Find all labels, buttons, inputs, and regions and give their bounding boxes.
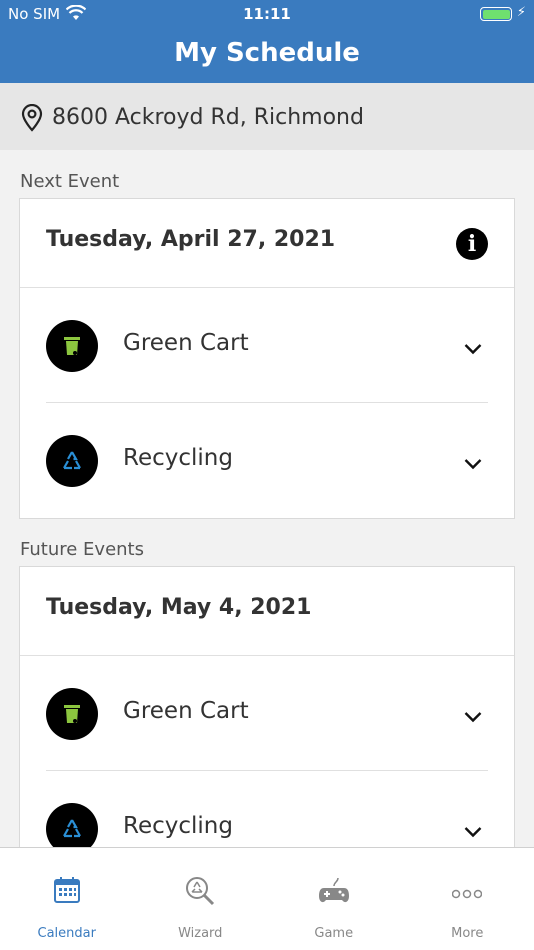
charging-icon: ⚡ <box>516 5 526 20</box>
tab-label: Wizard <box>178 926 223 941</box>
chevron-down-icon[interactable] <box>464 823 482 838</box>
chevron-down-icon[interactable] <box>464 455 482 470</box>
more-dots-icon <box>452 884 483 903</box>
tab-label: More <box>451 926 484 941</box>
recycling-icon <box>46 435 98 487</box>
tab-label: Calendar <box>37 926 96 941</box>
clock: 11:11 <box>243 5 291 23</box>
chevron-down-icon[interactable] <box>464 708 482 723</box>
tab-label: Game <box>314 926 354 941</box>
event-item-name: Green Cart <box>123 330 249 356</box>
event-item-name: Recycling <box>123 445 233 471</box>
chevron-down-icon[interactable] <box>464 340 482 355</box>
event-date: Tuesday, May 4, 2021 <box>46 595 312 620</box>
event-date-row: Tuesday, April 27, 2021 i <box>20 199 514 288</box>
wizard-search-icon <box>185 876 215 910</box>
tab-game[interactable]: Game <box>267 848 401 950</box>
next-event-label: Next Event <box>20 171 120 192</box>
tab-bar: Calendar Wizard Game More <box>0 847 534 950</box>
next-event-card: Tuesday, April 27, 2021 i Green Cart Rec… <box>19 198 515 519</box>
tab-calendar[interactable]: Calendar <box>0 848 134 950</box>
event-item-name: Recycling <box>123 813 233 839</box>
calendar-icon <box>53 876 80 908</box>
future-events-label: Future Events <box>20 539 144 560</box>
tab-more[interactable]: More <box>401 848 534 950</box>
event-date: Tuesday, April 27, 2021 <box>46 227 336 252</box>
info-icon[interactable]: i <box>456 228 488 260</box>
event-item-name: Green Cart <box>123 698 249 724</box>
event-item-recycling[interactable]: Recycling <box>20 403 514 518</box>
event-item-green-cart[interactable]: Green Cart <box>20 656 514 771</box>
address-text: 8600 Ackroyd Rd, Richmond <box>52 105 364 130</box>
battery-icon <box>480 7 512 21</box>
event-date-row: Tuesday, May 4, 2021 <box>20 567 514 656</box>
address-bar[interactable]: 8600 Ackroyd Rd, Richmond <box>0 83 534 150</box>
page-title: My Schedule <box>0 28 534 83</box>
green-cart-icon <box>46 688 98 740</box>
game-controller-icon <box>318 876 350 910</box>
green-cart-icon <box>46 320 98 372</box>
tab-wizard[interactable]: Wizard <box>134 848 268 950</box>
status-bar: No SIM 11:11 ⚡ <box>0 0 534 28</box>
event-item-green-cart[interactable]: Green Cart <box>20 288 514 403</box>
location-pin-icon <box>20 103 44 132</box>
